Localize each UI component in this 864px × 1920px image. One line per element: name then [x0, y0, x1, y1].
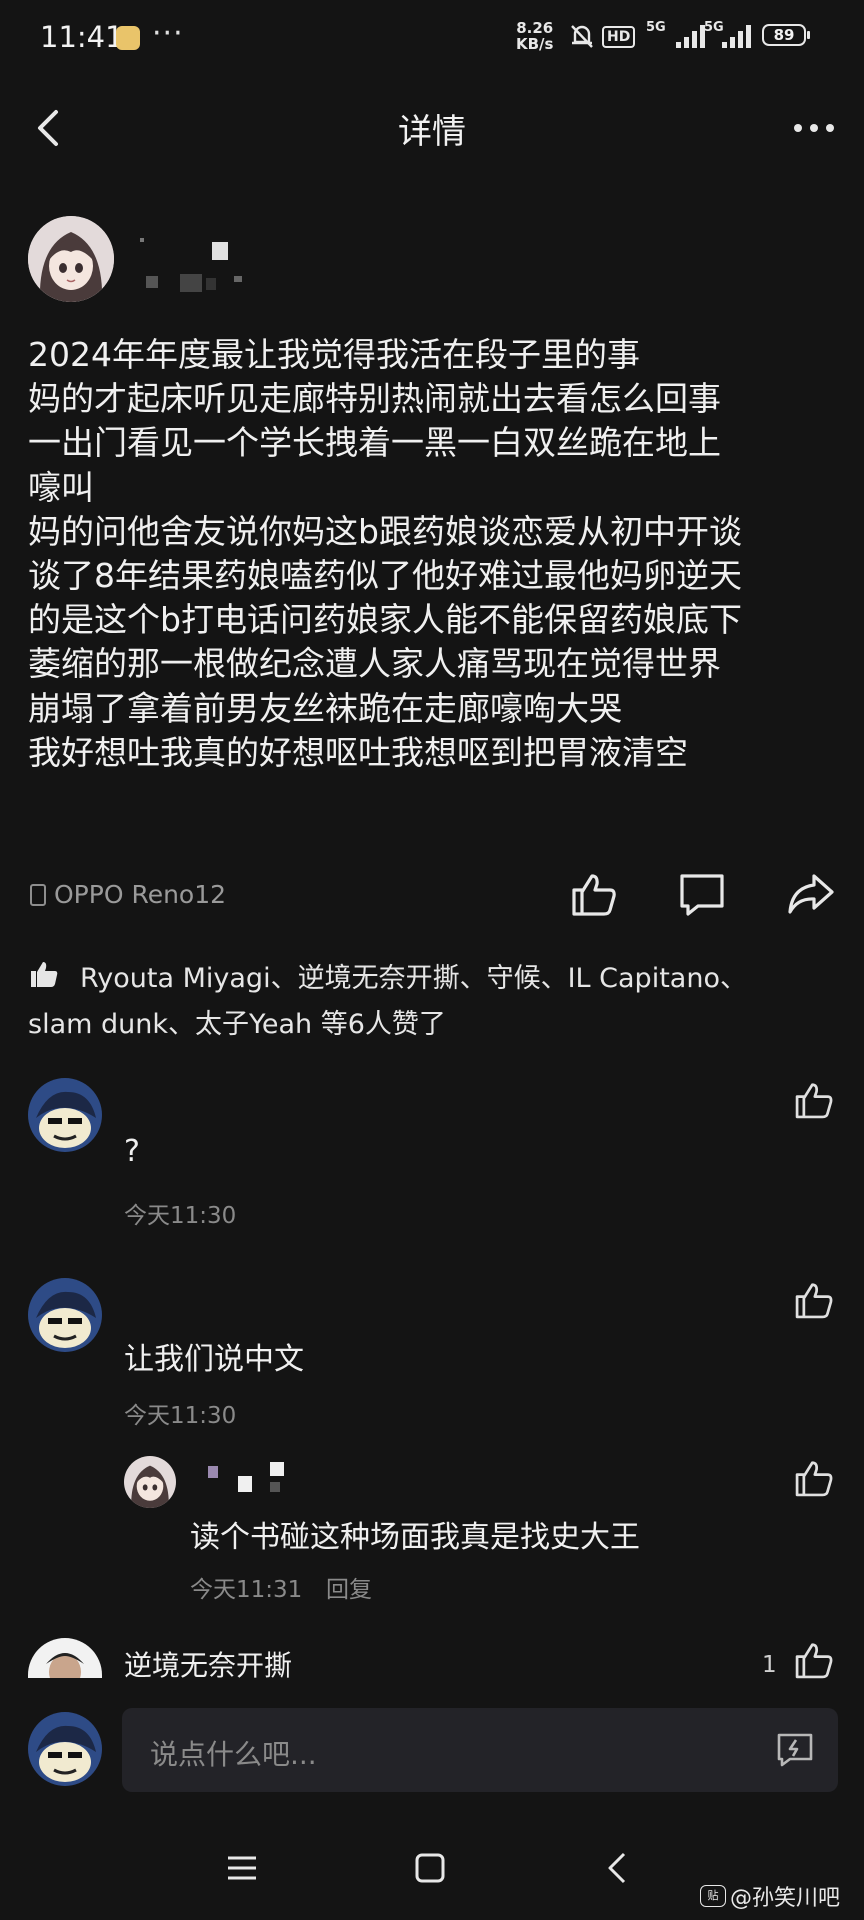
comment-like-icon[interactable] [792, 1278, 836, 1322]
reply-author-name-redacted[interactable] [206, 1462, 296, 1498]
top-bar: 详情 [0, 80, 864, 176]
post-line: 妈的才起床听见走廊特别热闹就出去看怎么回事 [28, 379, 721, 419]
status-time: 11:41 [40, 20, 124, 54]
comment-time: 今天11:30 [124, 1203, 237, 1229]
comment-time: 今天11:30 [124, 1403, 237, 1429]
reply-text: 读个书碰这种场面我真是找史大王 [190, 1520, 640, 1555]
app-notification-icon [116, 26, 140, 50]
post-line: 我好想吐我真的好想呕吐我想呕到把胃液清空 [28, 732, 688, 772]
comment-icon[interactable] [676, 868, 728, 920]
post-line: 萎缩的那一根做纪念遭人家人痛骂现在觉得世界 [28, 644, 721, 684]
my-avatar[interactable] [28, 1712, 102, 1786]
comment-input-placeholder: 说点什么吧... [150, 1738, 317, 1771]
status-more: ··· [152, 16, 184, 51]
comment-text: ? [124, 1134, 140, 1169]
device-name: OPPO Reno12 [54, 880, 227, 909]
comment-text: 让我们说中文 [124, 1342, 304, 1377]
hd-icon: HD [602, 26, 636, 48]
liked-by-line-1[interactable]: Ryouta Miyagi、逆境无奈开撕、守候、IL Capitano、 [80, 956, 747, 995]
comment-like-count: 1 [762, 1652, 777, 1678]
thumb-up-icon[interactable] [568, 868, 620, 920]
liked-by-line-2[interactable]: slam dunk、太子Yeah 等6人赞了 [28, 1002, 446, 1041]
post-line: 崩塌了拿着前男友丝袜跪在走廊嚎啕大哭 [28, 688, 622, 728]
comment-avatar[interactable] [28, 1638, 102, 1678]
comment-avatar[interactable] [28, 1078, 102, 1152]
post-line: 2024年年度最让我觉得我活在段子里的事 [28, 335, 640, 374]
more-icon[interactable] [788, 102, 840, 154]
tieba-badge-icon: 贴 [700, 1885, 726, 1907]
comment-like-icon[interactable] [792, 1078, 836, 1122]
menu-icon[interactable] [222, 1848, 262, 1888]
reply-time: 今天11:31 [190, 1577, 303, 1603]
comment-avatar[interactable] [28, 1278, 102, 1352]
comment-author[interactable]: 逆境无奈开撕 [124, 1644, 292, 1684]
post-line: 谈了8年结果药娘嗑药似了他好难过最他妈卵逆天 [28, 556, 742, 596]
speed-value: 8.26 [516, 19, 554, 37]
battery-level: 89 [773, 26, 795, 44]
reply-like-icon[interactable] [792, 1456, 836, 1500]
watermark-text: @孙笑川吧 [730, 1886, 841, 1911]
liked-by-thumb-icon [31, 962, 58, 987]
nav-back-icon[interactable] [598, 1848, 638, 1888]
mute-icon [571, 25, 593, 48]
post-author-name-redacted[interactable] [140, 238, 250, 298]
share-icon[interactable] [784, 868, 836, 920]
reply-button[interactable]: 回复 [326, 1570, 372, 1604]
post-author-avatar[interactable] [28, 216, 114, 302]
post-line: 嚎叫 [28, 467, 94, 507]
reply-avatar[interactable] [124, 1456, 176, 1508]
page-title: 详情 [398, 112, 466, 152]
comment-like-icon[interactable] [792, 1638, 836, 1682]
watermark: 贴 @孙笑川吧 [700, 1880, 840, 1912]
network-speed: 8.26 KB/s [516, 20, 553, 52]
status-bar: 11:41 ··· 8.26 KB/s HD 5G 5G 89 [0, 0, 864, 76]
signal-icon-2 [722, 25, 751, 48]
emoji-icon[interactable] [776, 1732, 814, 1768]
post-line: 一出门看见一个学长拽着一黑一白双丝跪在地上 [28, 423, 721, 463]
phone-icon [30, 883, 46, 906]
post-line: 妈的问他舍友说你妈这b跟药娘谈恋爱从初中开谈 [28, 511, 742, 551]
post-line: 的是这个b打电话问药娘家人能不能保留药娘底下 [28, 600, 742, 640]
speed-unit: KB/s [516, 35, 554, 53]
post-device: OPPO Reno12 [30, 880, 226, 909]
screen: 11:41 ··· 8.26 KB/s HD 5G 5G 89 详情 2024年… [0, 0, 864, 1920]
home-icon[interactable] [410, 1848, 450, 1888]
battery-icon: 89 [762, 24, 810, 46]
signal-icon-1 [676, 25, 705, 48]
post-content: 2024年年度最让我觉得我活在段子里的事妈的才起床听见走廊特别热闹就出去看怎么回… [28, 333, 848, 775]
